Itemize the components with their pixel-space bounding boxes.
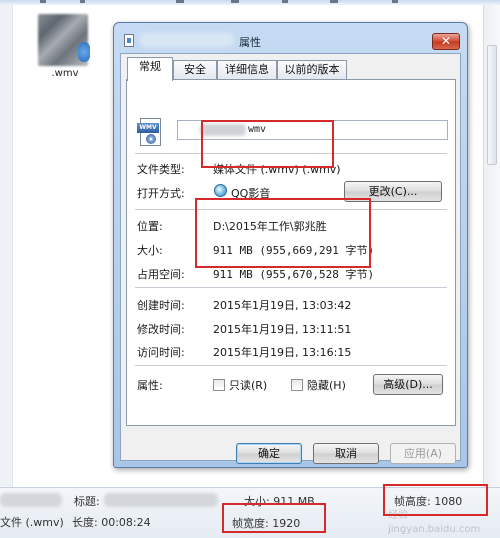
file-type-label: 文件类型: <box>137 163 185 176</box>
details-size: 大小: 911 MB <box>244 495 315 508</box>
dialog-title: 属性 <box>239 36 261 49</box>
explorer-toolbar-strip <box>0 0 500 5</box>
attributes-label: 属性: <box>137 379 163 392</box>
properties-dialog: 属性 ✕ 常规 安全 详细信息 以前的版本 WMV wmv 文件类型: 媒体文件… <box>113 22 468 468</box>
wmv-file-icon: WMV <box>137 118 163 148</box>
general-tab-panel: WMV wmv 文件类型: 媒体文件 (.wmv) (.wmv) 打开方式: Q… <box>126 79 456 426</box>
hidden-label[interactable]: 隐藏(H) <box>307 377 346 393</box>
tab-general[interactable]: 常规 <box>127 57 173 81</box>
blurred-title-value <box>104 493 218 507</box>
file-name-field[interactable]: wmv <box>177 120 448 140</box>
navigation-pane-edge <box>0 5 13 487</box>
separator <box>135 365 447 366</box>
size-label: 大小: <box>137 244 163 257</box>
readonly-checkbox[interactable] <box>213 379 225 391</box>
separator <box>135 209 447 210</box>
qq-player-icon <box>214 184 227 197</box>
details-title-label: 标题: <box>74 495 100 508</box>
details-duration: 长度: 00:08:24 <box>72 516 151 529</box>
vertical-scrollbar[interactable] <box>483 5 500 487</box>
file-icon <box>124 34 134 47</box>
location-label: 位置: <box>137 220 163 233</box>
details-frame-height: 帧高度: 1080 <box>394 495 463 508</box>
dialog-titlebar[interactable]: 属性 ✕ <box>114 23 467 53</box>
watermark-line: jingyan.baidu.com <box>388 524 481 535</box>
close-icon: ✕ <box>440 34 452 48</box>
watermark-line: 经验 <box>388 510 408 521</box>
details-type: 文件 (.wmv) <box>0 516 64 529</box>
accessed-value: 2015年1月19日, 13:16:15 <box>213 346 352 359</box>
change-button[interactable]: 更改(C)... <box>344 181 442 202</box>
size-on-disk-label: 占用空间: <box>137 268 185 281</box>
opens-with-label: 打开方式: <box>137 187 185 200</box>
blurred-file-name <box>0 493 62 507</box>
modified-label: 修改时间: <box>137 323 185 336</box>
size-value: 911 MB (955,669,291 字节) <box>213 244 375 257</box>
blurred-file-name <box>140 33 234 47</box>
video-file-item[interactable]: .wmv <box>34 14 96 84</box>
location-value: D:\2015年工作\郭兆胜 <box>213 220 327 233</box>
apply-button[interactable]: 应用(A) <box>390 443 456 464</box>
separator <box>135 287 447 288</box>
tab-previous-versions[interactable]: 以前的版本 <box>277 60 347 80</box>
file-item-label: .wmv <box>51 68 79 79</box>
file-name-suffix: wmv <box>248 124 267 135</box>
separator <box>135 153 447 154</box>
advanced-button[interactable]: 高级(D)... <box>373 374 443 395</box>
modified-value: 2015年1月19日, 13:11:51 <box>213 323 352 336</box>
tab-details[interactable]: 详细信息 <box>217 60 277 80</box>
tab-security[interactable]: 安全 <box>173 60 217 80</box>
cancel-button[interactable]: 取消 <box>313 443 379 464</box>
details-frame-width: 帧宽度: 1920 <box>232 517 301 530</box>
hidden-checkbox[interactable] <box>291 379 303 391</box>
watermark: 经验 jingyan.baidu.com <box>388 509 500 538</box>
opens-with-value: QQ影音 <box>231 187 271 200</box>
media-badge-icon <box>78 42 90 62</box>
created-value: 2015年1月19日, 13:03:42 <box>213 299 352 312</box>
ok-button[interactable]: 确定 <box>236 443 302 464</box>
close-button[interactable]: ✕ <box>432 33 460 50</box>
scrollbar-thumb[interactable] <box>487 45 497 165</box>
dialog-client-area: 常规 安全 详细信息 以前的版本 WMV wmv 文件类型: 媒体文件 (.wm… <box>120 53 461 464</box>
readonly-label[interactable]: 只读(R) <box>229 377 267 393</box>
accessed-label: 访问时间: <box>137 346 185 359</box>
file-type-value: 媒体文件 (.wmv) (.wmv) <box>213 163 341 176</box>
created-label: 创建时间: <box>137 299 185 312</box>
size-on-disk-value: 911 MB (955,670,528 字节) <box>213 268 375 281</box>
blurred-file-name <box>200 124 246 136</box>
toolbar-fragments <box>40 0 398 3</box>
